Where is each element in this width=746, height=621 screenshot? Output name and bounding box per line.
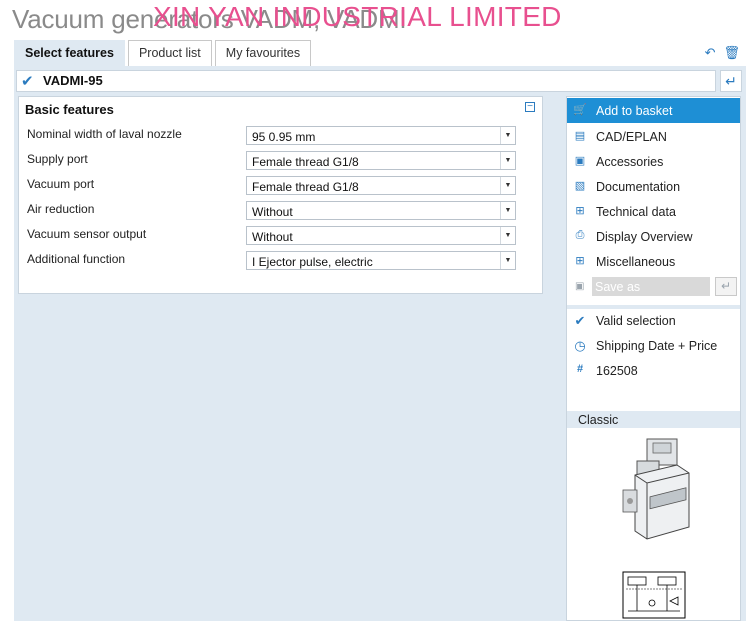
panel-title: Basic features xyxy=(25,102,114,117)
action-label: CAD/EPLAN xyxy=(596,130,667,144)
air-reduction-select[interactable]: Without ▼ xyxy=(246,201,516,220)
status-label: Valid selection xyxy=(596,314,676,328)
shipping-date-price-link[interactable]: ◷ Shipping Date + Price xyxy=(567,335,740,359)
pdf-icon: ▧ xyxy=(574,180,586,192)
status-label: 162508 xyxy=(596,364,638,378)
select-value: Without xyxy=(252,205,293,219)
tab-select-features[interactable]: Select features xyxy=(14,40,125,66)
select-value: Female thread G1/8 xyxy=(252,155,359,169)
dropdown-arrow-icon: ▼ xyxy=(500,252,515,269)
miscellaneous-link[interactable]: ⊞ Miscellaneous xyxy=(567,249,740,274)
action-label: Documentation xyxy=(596,180,681,194)
accessories-link[interactable]: ▣ Accessories xyxy=(567,149,740,174)
tab-product-list[interactable]: Product list xyxy=(127,40,212,66)
part-number: # 162508 xyxy=(567,360,740,384)
feature-row-air-reduction: Air reduction Without ▼ xyxy=(27,201,527,221)
plus-box-icon: ⊞ xyxy=(575,255,585,267)
save-as-label: Save as xyxy=(595,280,641,294)
collapse-icon[interactable]: − xyxy=(525,102,535,112)
basic-features-panel: Basic features − Nominal width of laval … xyxy=(18,96,543,294)
feature-row-supply-port: Supply port Female thread G1/8 ▼ xyxy=(27,151,527,171)
vacuum-sensor-select[interactable]: Without ▼ xyxy=(246,226,516,245)
table-icon: ⊞ xyxy=(575,205,585,217)
hash-icon: # xyxy=(576,363,584,375)
laval-nozzle-select[interactable]: 95 0.95 mm ▼ xyxy=(246,126,516,145)
config-name-field[interactable]: ✔ VADMI-95 xyxy=(16,70,716,92)
accessories-icon: ▣ xyxy=(574,155,586,167)
save-icon: ▣ xyxy=(575,281,585,292)
documentation-link[interactable]: ▧ Documentation xyxy=(567,174,740,199)
tab-bar: Select features Product list My favourit… xyxy=(14,40,314,66)
section-label: Classic xyxy=(578,413,619,427)
valid-selection-status: ✔ Valid selection xyxy=(567,310,740,334)
side-panel: 🛒 Add to basket ▤ CAD/EPLAN ▣ Accessorie… xyxy=(566,96,741,621)
tab-toolbar: ↶ 🗑 xyxy=(705,45,740,61)
enter-button[interactable]: ↵ xyxy=(720,70,742,92)
clock-icon: ◷ xyxy=(574,338,586,353)
feature-row-vacuum-sensor: Vacuum sensor output Without ▼ xyxy=(27,226,527,246)
cad-eplan-link[interactable]: ▤ CAD/EPLAN xyxy=(567,124,740,149)
select-value: Female thread G1/8 xyxy=(252,180,359,194)
trash-icon[interactable]: 🗑 xyxy=(723,45,740,61)
product-image xyxy=(622,438,690,540)
feature-row-laval-nozzle: Nominal width of laval nozzle 95 0.95 mm… xyxy=(27,126,527,146)
display-overview-link[interactable]: ⎙ Display Overview xyxy=(567,224,740,249)
action-label: Miscellaneous xyxy=(596,255,676,269)
feature-label: Vacuum port xyxy=(27,177,95,191)
select-value: I Ejector pulse, electric xyxy=(252,255,373,269)
select-value: Without xyxy=(252,230,293,244)
dropdown-arrow-icon: ▼ xyxy=(500,152,515,169)
vacuum-port-select[interactable]: Female thread G1/8 ▼ xyxy=(246,176,516,195)
dropdown-arrow-icon: ▼ xyxy=(500,202,515,219)
supply-port-select[interactable]: Female thread G1/8 ▼ xyxy=(246,151,516,170)
basket-icon: 🛒 xyxy=(573,104,587,116)
action-label: Accessories xyxy=(596,155,664,169)
additional-function-select[interactable]: I Ejector pulse, electric ▼ xyxy=(246,251,516,270)
check-icon: ✔ xyxy=(21,73,34,90)
config-name: VADMI-95 xyxy=(43,73,103,88)
feature-label: Air reduction xyxy=(27,202,95,216)
feature-label: Supply port xyxy=(27,152,88,166)
feature-label: Vacuum sensor output xyxy=(27,227,147,241)
share-icon[interactable]: ↶ xyxy=(705,45,716,61)
check-icon: ✔ xyxy=(574,313,586,328)
watermark-text: XIN YAN INDUSTRIAL LIMITED xyxy=(153,1,562,32)
select-value: 95 0.95 mm xyxy=(252,130,316,144)
status-label: Shipping Date + Price xyxy=(596,339,718,353)
dropdown-arrow-icon: ▼ xyxy=(500,127,515,144)
cad-icon: ▤ xyxy=(574,130,586,142)
divider xyxy=(567,305,740,309)
action-label: Technical data xyxy=(596,205,676,219)
save-as-input[interactable]: Save as xyxy=(592,277,710,296)
printer-icon: ⎙ xyxy=(575,229,585,241)
save-as-button[interactable]: ↵ xyxy=(715,277,737,296)
tab-my-favourites[interactable]: My favourites xyxy=(214,40,312,66)
feature-label: Additional function xyxy=(27,252,126,266)
feature-row-additional-function: Additional function I Ejector pulse, ele… xyxy=(27,251,527,271)
feature-row-vacuum-port: Vacuum port Female thread G1/8 ▼ xyxy=(27,176,527,196)
add-to-basket-button[interactable]: 🛒 Add to basket xyxy=(567,98,740,123)
classic-section-header: Classic xyxy=(567,411,740,428)
dropdown-arrow-icon: ▼ xyxy=(500,227,515,244)
feature-label: Nominal width of laval nozzle xyxy=(27,127,182,141)
dropdown-arrow-icon: ▼ xyxy=(500,177,515,194)
action-label: Add to basket xyxy=(596,104,673,118)
technical-data-link[interactable]: ⊞ Technical data xyxy=(567,199,740,224)
circuit-diagram xyxy=(622,571,686,619)
action-label: Display Overview xyxy=(596,230,693,244)
